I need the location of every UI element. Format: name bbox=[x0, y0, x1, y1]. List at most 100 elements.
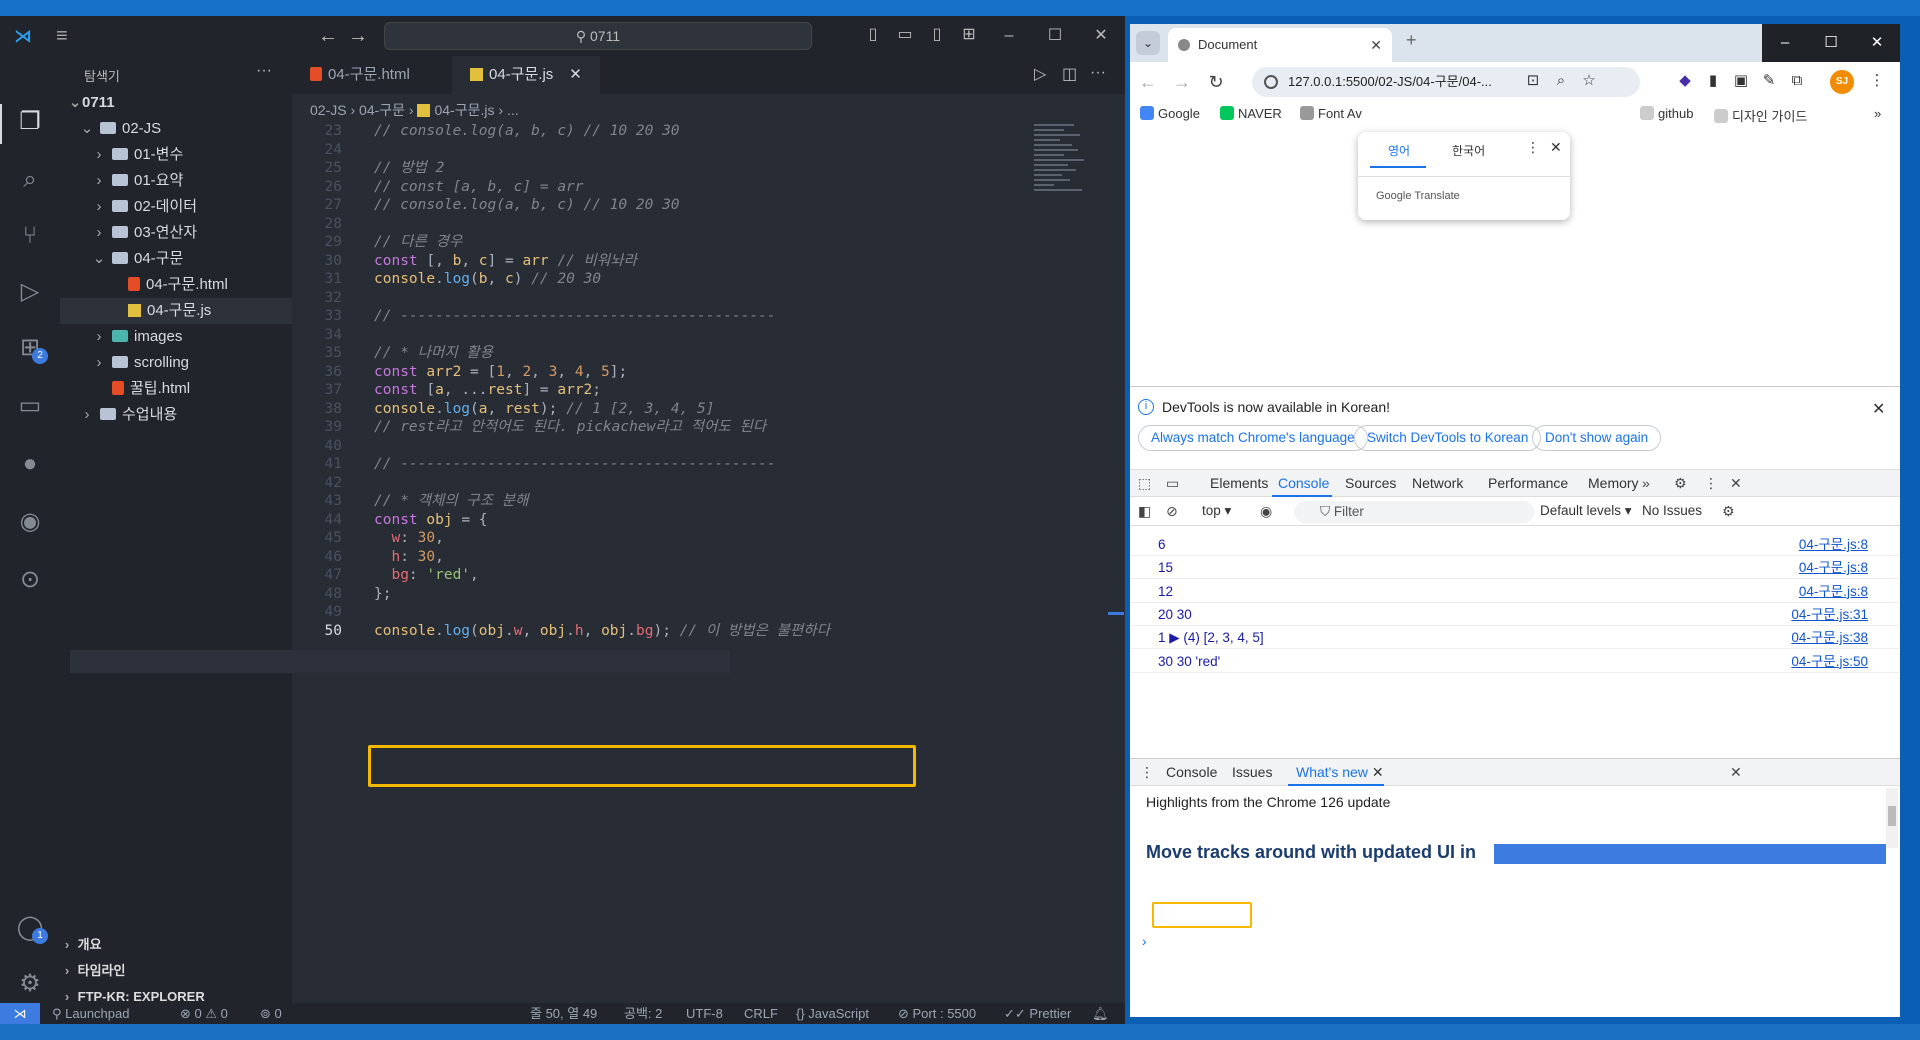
tab-performance[interactable]: Performance bbox=[1488, 475, 1568, 491]
cursor-position[interactable]: 줄 50, 열 49 bbox=[530, 1003, 597, 1024]
translate-source-lang[interactable]: 영어 bbox=[1388, 142, 1410, 159]
split-editor-icon[interactable]: ◫ bbox=[1062, 64, 1077, 84]
extension-icon[interactable]: ▮ bbox=[1702, 70, 1724, 92]
search-icon[interactable]: ⌕ bbox=[10, 160, 50, 200]
timeline-section[interactable]: › 타임라인 bbox=[60, 958, 292, 984]
forward-arrow-icon[interactable]: → bbox=[1170, 70, 1194, 94]
code-line[interactable]: 50 console.log(obj.w, obj.h, obj.bg); // … bbox=[292, 620, 1052, 643]
bookmark-naver[interactable]: NAVER bbox=[1220, 106, 1282, 121]
breadcrumb-subfolder[interactable]: 04-구문 bbox=[359, 102, 405, 118]
site-info-icon[interactable] bbox=[1264, 75, 1278, 89]
minimize-icon[interactable]: – bbox=[1762, 24, 1808, 62]
tab-network[interactable]: Network bbox=[1412, 475, 1463, 491]
console-filter-input[interactable]: ⛉ Filter bbox=[1294, 501, 1534, 523]
translate-close-icon[interactable]: ✕ bbox=[1550, 139, 1562, 156]
devtools-settings-icon[interactable]: ⚙ bbox=[1674, 475, 1687, 492]
forward-arrow-icon[interactable]: → bbox=[346, 24, 370, 48]
minimap[interactable] bbox=[1034, 122, 1094, 222]
console-source-link[interactable]: 04-구문.js:38 bbox=[1791, 626, 1868, 649]
explorer-icon[interactable]: ❐ bbox=[10, 102, 50, 142]
live-server-port[interactable]: ⊘ Port : 5500 bbox=[898, 1003, 976, 1024]
chrome-menu-icon[interactable]: ⋮ bbox=[1866, 70, 1888, 92]
tree-file[interactable]: 04-구문.js bbox=[60, 298, 292, 324]
tree-folder[interactable]: › 수업내용 bbox=[60, 402, 292, 428]
github-icon[interactable]: ● bbox=[10, 444, 50, 484]
source-control-icon[interactable]: ⑂ bbox=[10, 216, 50, 256]
prettier-item[interactable]: ✓✓ Prettier bbox=[1004, 1003, 1071, 1024]
bookmarks-overflow-icon[interactable]: » bbox=[1874, 106, 1881, 121]
language-mode[interactable]: {} JavaScript bbox=[796, 1003, 869, 1024]
extensions-icon[interactable]: ⊞ 2 bbox=[10, 328, 50, 368]
toggle-sidebar-icon[interactable]: ▯ bbox=[862, 24, 884, 46]
new-tab-icon[interactable]: + bbox=[1406, 30, 1417, 51]
json-icon[interactable]: ◉ bbox=[10, 502, 50, 542]
extensions-puzzle-icon[interactable]: ⧉ bbox=[1786, 70, 1808, 92]
extension-icon[interactable]: ▣ bbox=[1730, 70, 1752, 92]
sidebar-toggle-icon[interactable]: ◧ bbox=[1138, 503, 1151, 520]
bookmark-font[interactable]: Font Av bbox=[1300, 106, 1362, 121]
extension-icon[interactable]: ◆ bbox=[1674, 70, 1696, 92]
settings-gear-icon[interactable]: ⚙ bbox=[10, 964, 50, 1004]
reload-icon[interactable]: ↻ bbox=[1204, 70, 1228, 94]
more-actions-icon[interactable]: ··· bbox=[256, 62, 272, 80]
translate-more-icon[interactable]: ⋮ bbox=[1526, 139, 1540, 156]
console-source-link[interactable]: 04-구문.js:31 bbox=[1791, 603, 1868, 626]
launchpad-item[interactable]: ⚲ Launchpad bbox=[52, 1003, 129, 1024]
outline-section[interactable]: › 개요 bbox=[60, 932, 292, 958]
code-editor[interactable]: 23// console.log(a, b, c) // 10 20 30 24 2… bbox=[292, 120, 1112, 1003]
translate-icon[interactable]: ⊡ bbox=[1522, 70, 1544, 92]
profile-avatar[interactable]: SJ bbox=[1830, 70, 1854, 94]
tab-js-file[interactable]: 04-구문.js ✕ bbox=[452, 56, 600, 94]
tab-close-icon[interactable]: ✕ bbox=[1370, 28, 1382, 62]
accounts-icon[interactable]: ◯ 1 bbox=[10, 908, 50, 948]
customize-layout-icon[interactable]: ⊞ bbox=[958, 24, 980, 46]
tab-html-file[interactable]: 04-구문.html bbox=[292, 56, 452, 94]
ports-item[interactable]: ⊚ 0 bbox=[260, 1003, 282, 1024]
drawer-tab-close-icon[interactable]: ✕ bbox=[1372, 764, 1384, 780]
log-levels-dropdown[interactable]: Default levels ▾ bbox=[1540, 503, 1632, 519]
git-graph-icon[interactable]: ⊙ bbox=[10, 560, 50, 600]
remote-explorer-icon[interactable]: ▭ bbox=[10, 386, 50, 426]
breadcrumb-folder[interactable]: 02-JS bbox=[310, 102, 347, 118]
menu-icon[interactable]: ≡ bbox=[56, 24, 80, 48]
drawer-scrollbar[interactable] bbox=[1886, 788, 1898, 848]
maximize-icon[interactable]: ☐ bbox=[1032, 16, 1078, 56]
breadcrumb-file[interactable]: 04-구문.js bbox=[434, 102, 494, 118]
tab-sources[interactable]: Sources bbox=[1345, 475, 1396, 491]
run-debug-icon[interactable]: ▷ bbox=[10, 272, 50, 312]
notifications-bell-icon[interactable]: 🔔︎ bbox=[1092, 1003, 1109, 1024]
drawer-menu-icon[interactable]: ⋮ bbox=[1140, 764, 1154, 781]
browser-tab[interactable]: Document ✕ bbox=[1168, 28, 1392, 62]
tree-file[interactable]: 꿀팁.html bbox=[60, 376, 292, 402]
indentation[interactable]: 공백: 2 bbox=[624, 1003, 662, 1024]
tree-folder[interactable]: ⌄ 04-구문 bbox=[60, 246, 292, 272]
more-tabs-icon[interactable]: » bbox=[1642, 475, 1650, 491]
console-source-link[interactable]: 04-구문.js:8 bbox=[1799, 556, 1868, 579]
console-source-link[interactable]: 04-구문.js:50 bbox=[1791, 650, 1868, 673]
issues-counter[interactable]: No Issues bbox=[1642, 503, 1702, 518]
back-arrow-icon[interactable]: ← bbox=[1136, 70, 1160, 94]
end-of-line[interactable]: CRLF bbox=[744, 1003, 778, 1024]
bookmark-github[interactable]: github bbox=[1640, 106, 1693, 121]
problems-item[interactable]: ⊗ 0 ⚠ 0 bbox=[180, 1003, 228, 1024]
tab-console[interactable]: Console bbox=[1278, 475, 1329, 491]
live-expression-eye-icon[interactable]: ◉ bbox=[1260, 503, 1272, 520]
scrollbar-thumb[interactable] bbox=[1888, 806, 1896, 826]
back-arrow-icon[interactable]: ← bbox=[316, 24, 340, 48]
remote-icon[interactable]: ⋊ bbox=[0, 1003, 40, 1024]
switch-to-korean-button[interactable]: Switch DevTools to Korean bbox=[1354, 425, 1542, 451]
tree-folder[interactable]: › 01-요약 bbox=[60, 168, 292, 194]
drawer-tab-console[interactable]: Console bbox=[1166, 764, 1217, 780]
drawer-close-icon[interactable]: ✕ bbox=[1730, 764, 1742, 781]
bookmark-google[interactable]: Google bbox=[1140, 106, 1200, 121]
eyedropper-icon[interactable]: ✎ bbox=[1758, 70, 1780, 92]
editor-more-icon[interactable]: ··· bbox=[1090, 64, 1106, 82]
minimize-icon[interactable]: – bbox=[986, 16, 1032, 56]
devtools-close-icon[interactable]: ✕ bbox=[1730, 475, 1742, 492]
maximize-icon[interactable]: ☐ bbox=[1808, 24, 1854, 62]
toggle-secondary-sidebar-icon[interactable]: ▯ bbox=[926, 24, 948, 46]
bookmark-design-guide[interactable]: 디자인 가이드 bbox=[1714, 106, 1807, 125]
dont-show-again-button[interactable]: Don't show again bbox=[1532, 425, 1662, 451]
bookmark-star-icon[interactable]: ☆ bbox=[1578, 70, 1600, 92]
console-source-link[interactable]: 04-구문.js:8 bbox=[1799, 533, 1868, 556]
